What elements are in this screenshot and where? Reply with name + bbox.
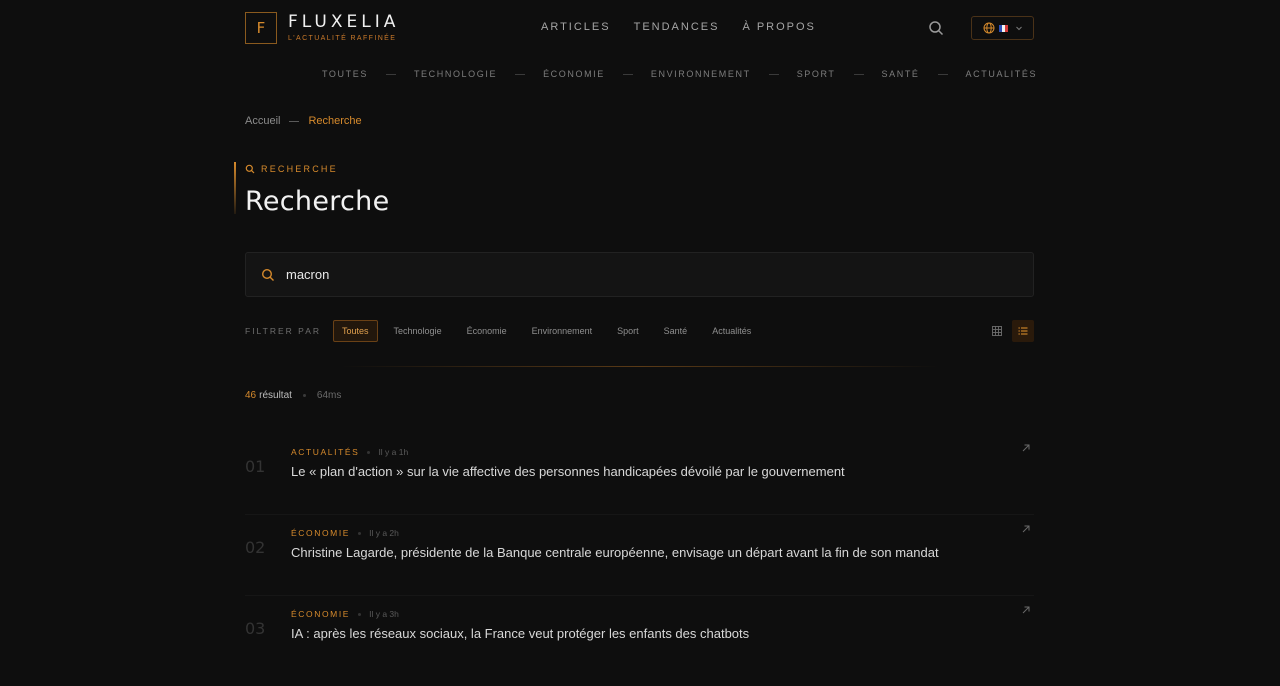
globe-icon xyxy=(983,22,994,34)
section-divider xyxy=(340,366,940,367)
filter-chip-environnement[interactable]: Environnement xyxy=(523,320,602,342)
filter-label: FILTRER PAR xyxy=(245,326,321,336)
search-field[interactable] xyxy=(245,252,1034,297)
external-arrow-icon[interactable] xyxy=(1021,605,1031,615)
breadcrumb: Accueil Recherche xyxy=(245,115,1034,127)
category-nav: TOUTES TECHNOLOGIE ÉCONOMIE ENVIRONNEMEN… xyxy=(322,69,1037,79)
filter-chip-technologie[interactable]: Technologie xyxy=(385,320,451,342)
nav-articles[interactable]: ARTICLES xyxy=(541,21,611,33)
result-time: Il y a 2h xyxy=(369,528,399,538)
result-count-label: résultat xyxy=(259,390,292,401)
result-number: 01 xyxy=(245,457,266,476)
search-input[interactable] xyxy=(286,267,886,282)
main-nav: ARTICLES TENDANCES À PROPOS xyxy=(541,21,816,33)
filter-chip-economie[interactable]: Économie xyxy=(458,320,516,342)
logo[interactable]: F FLUXELIA L'ACTUALITÉ RAFFINÉE xyxy=(245,12,399,44)
category-toutes[interactable]: TOUTES xyxy=(322,69,368,79)
chevron-down-icon xyxy=(1015,26,1022,31)
breadcrumb-current: Recherche xyxy=(308,115,362,127)
filter-chip-actualites[interactable]: Actualités xyxy=(703,320,760,342)
title-accent-bar xyxy=(234,162,236,214)
breadcrumb-home[interactable]: Accueil xyxy=(245,115,280,127)
result-headline[interactable]: Christine Lagarde, présidente de la Banq… xyxy=(291,545,939,560)
filter-chip-sport[interactable]: Sport xyxy=(608,320,648,342)
result-item[interactable]: 01 ACTUALITÉS Il y a 1h Le « plan d'acti… xyxy=(245,444,1034,515)
result-category: ACTUALITÉS xyxy=(291,447,360,457)
eyebrow-label: RECHERCHE xyxy=(261,164,338,174)
result-time: Il y a 3h xyxy=(369,609,399,619)
search-icon xyxy=(261,268,274,281)
result-count: 46 xyxy=(245,390,257,401)
filter-chip-sante[interactable]: Santé xyxy=(655,320,697,342)
result-time: Il y a 1h xyxy=(378,447,409,457)
result-number: 03 xyxy=(245,619,266,638)
category-environnement[interactable]: ENVIRONNEMENT xyxy=(651,69,751,79)
logo-mark: F xyxy=(245,12,277,44)
logo-tagline: L'ACTUALITÉ RAFFINÉE xyxy=(288,35,397,42)
category-actualites[interactable]: ACTUALITÉS xyxy=(966,69,1038,79)
result-stats: 46 résultat 64ms xyxy=(245,390,1034,401)
page-eyebrow: RECHERCHE xyxy=(245,164,1034,174)
result-headline[interactable]: Le « plan d'action » sur la vie affectiv… xyxy=(291,464,845,479)
flag-fr-icon xyxy=(998,24,1009,32)
result-item[interactable]: 02 ÉCONOMIE Il y a 2h Christine Lagarde,… xyxy=(245,525,1034,596)
category-sante[interactable]: SANTÉ xyxy=(882,69,920,79)
filter-bar: FILTRER PAR Toutes Technologie Économie … xyxy=(245,320,1034,342)
search-icon xyxy=(245,164,255,174)
search-icon[interactable] xyxy=(927,19,945,37)
result-category: ÉCONOMIE xyxy=(291,528,351,538)
list-view-icon[interactable] xyxy=(1012,320,1034,342)
language-selector[interactable] xyxy=(971,16,1034,40)
page-title: Recherche xyxy=(245,186,390,217)
filter-chip-toutes[interactable]: Toutes xyxy=(333,320,378,342)
category-sport[interactable]: SPORT xyxy=(797,69,836,79)
result-item[interactable]: 03 ÉCONOMIE Il y a 3h IA : après les rés… xyxy=(245,606,1034,677)
grid-view-icon[interactable] xyxy=(986,320,1008,342)
category-technologie[interactable]: TECHNOLOGIE xyxy=(414,69,497,79)
external-arrow-icon[interactable] xyxy=(1021,524,1031,534)
nav-tendances[interactable]: TENDANCES xyxy=(634,21,720,33)
search-time: 64ms xyxy=(316,390,342,401)
nav-a-propos[interactable]: À PROPOS xyxy=(742,21,815,33)
category-economie[interactable]: ÉCONOMIE xyxy=(543,69,605,79)
logo-name: FLUXELIA xyxy=(288,12,400,32)
view-toggle xyxy=(986,320,1034,342)
site-header: F FLUXELIA L'ACTUALITÉ RAFFINÉE ARTICLES… xyxy=(245,12,1034,44)
result-category: ÉCONOMIE xyxy=(291,609,351,619)
result-number: 02 xyxy=(245,538,266,557)
result-headline[interactable]: IA : après les réseaux sociaux, la Franc… xyxy=(291,626,749,641)
external-arrow-icon[interactable] xyxy=(1021,443,1031,453)
